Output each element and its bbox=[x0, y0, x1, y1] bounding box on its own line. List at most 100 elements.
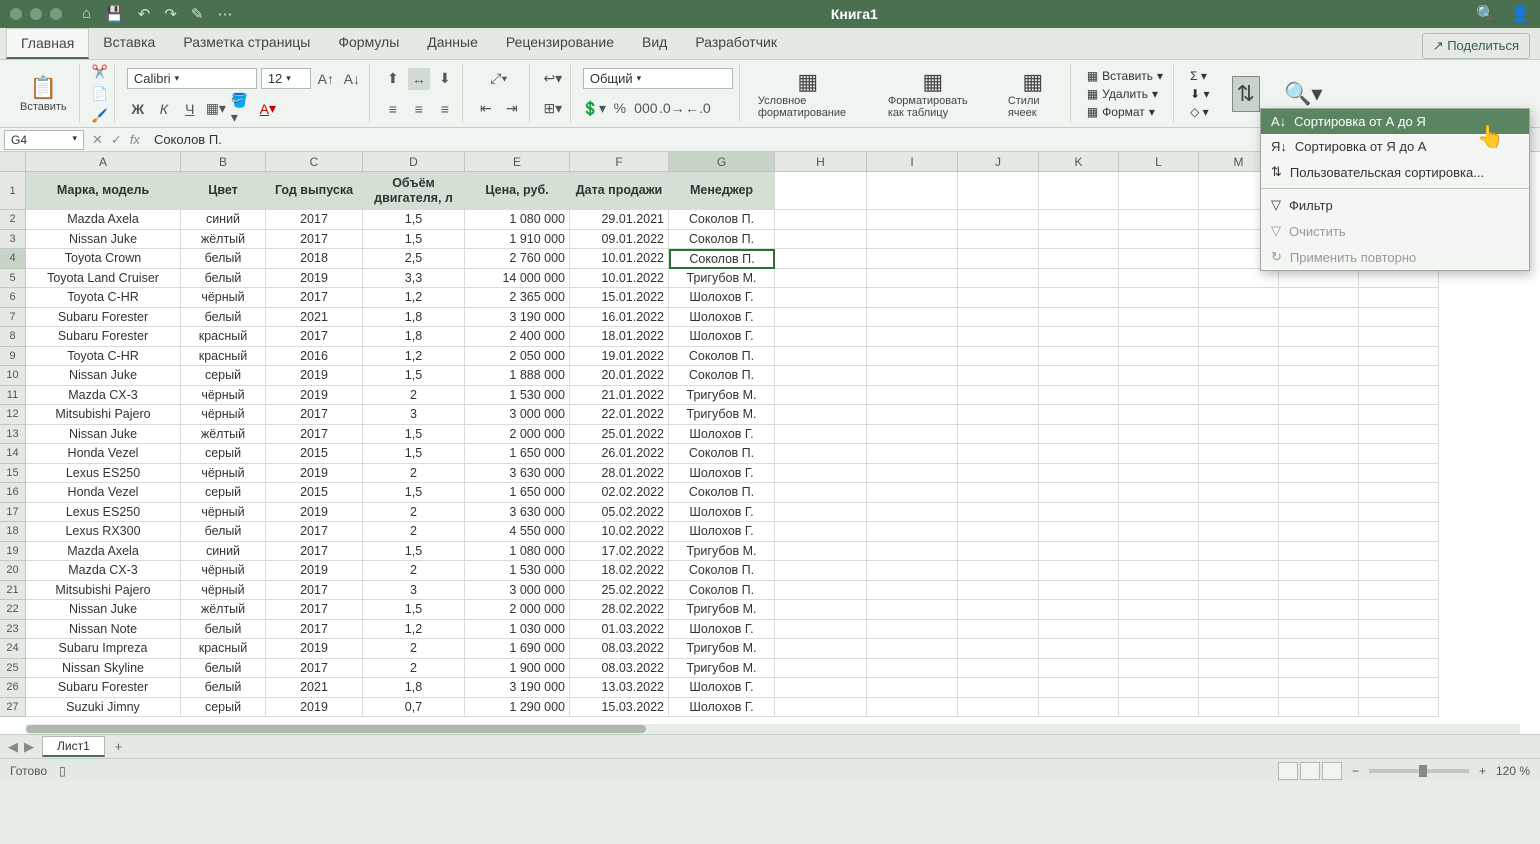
data-cell[interactable]: Toyota Crown bbox=[26, 249, 181, 269]
data-cell[interactable] bbox=[775, 483, 867, 503]
data-cell[interactable]: 10.01.2022 bbox=[570, 249, 669, 269]
data-cell[interactable] bbox=[775, 366, 867, 386]
data-cell[interactable] bbox=[1039, 600, 1119, 620]
data-cell[interactable] bbox=[958, 249, 1039, 269]
fill-color-button[interactable]: 🪣▾ bbox=[231, 98, 253, 120]
data-cell[interactable] bbox=[867, 698, 958, 718]
data-cell[interactable]: 1 900 000 bbox=[465, 659, 570, 679]
data-cell[interactable] bbox=[775, 561, 867, 581]
data-cell[interactable]: 14 000 000 bbox=[465, 269, 570, 289]
data-cell[interactable]: 2021 bbox=[266, 308, 363, 328]
data-cell[interactable] bbox=[775, 659, 867, 679]
sort-filter-button[interactable]: ⇅ bbox=[1232, 76, 1260, 112]
data-cell[interactable] bbox=[1119, 249, 1199, 269]
data-cell[interactable] bbox=[1199, 620, 1279, 640]
data-cell[interactable]: 28.01.2022 bbox=[570, 464, 669, 484]
shrink-font-icon[interactable]: A↓ bbox=[341, 68, 363, 90]
data-cell[interactable] bbox=[1199, 288, 1279, 308]
col-header[interactable]: B bbox=[181, 152, 266, 172]
data-cell[interactable] bbox=[958, 600, 1039, 620]
data-cell[interactable] bbox=[958, 405, 1039, 425]
data-cell[interactable] bbox=[867, 425, 958, 445]
data-cell[interactable] bbox=[1119, 386, 1199, 406]
data-cell[interactable] bbox=[775, 425, 867, 445]
data-cell[interactable]: чёрный bbox=[181, 503, 266, 523]
data-cell[interactable] bbox=[867, 639, 958, 659]
ribbon-tab-7[interactable]: Разработчик bbox=[681, 28, 791, 59]
ribbon-tab-0[interactable]: Главная bbox=[6, 28, 89, 59]
select-all-corner[interactable] bbox=[0, 152, 26, 172]
add-sheet-button[interactable]: + bbox=[105, 739, 133, 754]
macro-icon[interactable]: ▯ bbox=[59, 764, 66, 778]
fill-button[interactable]: ⬇ ▾ bbox=[1186, 86, 1213, 102]
data-cell[interactable]: Шолохов Г. bbox=[669, 464, 775, 484]
data-cell[interactable] bbox=[958, 639, 1039, 659]
filter-item[interactable]: ▽Фильтр bbox=[1261, 192, 1529, 218]
data-cell[interactable]: 2019 bbox=[266, 561, 363, 581]
row-header[interactable]: 25 bbox=[0, 659, 26, 679]
row-header[interactable]: 8 bbox=[0, 327, 26, 347]
data-cell[interactable]: Subaru Forester bbox=[26, 678, 181, 698]
data-cell[interactable]: 2019 bbox=[266, 269, 363, 289]
data-cell[interactable]: 2 bbox=[363, 464, 465, 484]
data-cell[interactable]: Соколов П. bbox=[669, 230, 775, 250]
data-cell[interactable] bbox=[1359, 659, 1439, 679]
data-cell[interactable] bbox=[1199, 678, 1279, 698]
more-icon[interactable]: ⋯ bbox=[217, 5, 232, 23]
data-cell[interactable]: жёлтый bbox=[181, 230, 266, 250]
header-cell[interactable] bbox=[775, 172, 867, 210]
paste-button[interactable]: 📋Вставить bbox=[14, 73, 73, 115]
data-cell[interactable] bbox=[1279, 269, 1359, 289]
window-controls[interactable] bbox=[10, 8, 62, 20]
data-cell[interactable] bbox=[1039, 542, 1119, 562]
zoom-in-icon[interactable]: + bbox=[1479, 764, 1486, 778]
data-cell[interactable] bbox=[1359, 698, 1439, 718]
insert-cells-button[interactable]: ▦ Вставить ▾ bbox=[1083, 68, 1167, 84]
data-cell[interactable] bbox=[867, 327, 958, 347]
data-cell[interactable]: 2 bbox=[363, 561, 465, 581]
data-cell[interactable]: 2015 bbox=[266, 483, 363, 503]
data-cell[interactable] bbox=[1359, 464, 1439, 484]
data-cell[interactable]: белый bbox=[181, 522, 266, 542]
data-cell[interactable]: 19.01.2022 bbox=[570, 347, 669, 367]
data-cell[interactable] bbox=[1119, 639, 1199, 659]
data-cell[interactable] bbox=[775, 522, 867, 542]
data-cell[interactable] bbox=[775, 405, 867, 425]
align-center-icon[interactable]: ≡ bbox=[408, 98, 430, 120]
data-cell[interactable] bbox=[1199, 464, 1279, 484]
data-cell[interactable] bbox=[1119, 483, 1199, 503]
data-cell[interactable] bbox=[958, 386, 1039, 406]
data-cell[interactable]: 25.01.2022 bbox=[570, 425, 669, 445]
data-cell[interactable]: белый bbox=[181, 269, 266, 289]
data-cell[interactable]: 2017 bbox=[266, 405, 363, 425]
data-cell[interactable] bbox=[1199, 327, 1279, 347]
row-header[interactable]: 7 bbox=[0, 308, 26, 328]
data-cell[interactable] bbox=[958, 327, 1039, 347]
data-cell[interactable]: Шолохов Г. bbox=[669, 308, 775, 328]
data-cell[interactable]: серый bbox=[181, 444, 266, 464]
data-cell[interactable]: 1 690 000 bbox=[465, 639, 570, 659]
data-cell[interactable] bbox=[867, 503, 958, 523]
data-cell[interactable]: белый bbox=[181, 308, 266, 328]
data-cell[interactable] bbox=[775, 249, 867, 269]
row-header[interactable]: 3 bbox=[0, 230, 26, 250]
data-cell[interactable] bbox=[1039, 425, 1119, 445]
data-cell[interactable]: 2019 bbox=[266, 366, 363, 386]
data-cell[interactable]: серый bbox=[181, 698, 266, 718]
data-cell[interactable] bbox=[1119, 269, 1199, 289]
data-cell[interactable] bbox=[1039, 327, 1119, 347]
align-bottom-icon[interactable]: ⬇ bbox=[434, 68, 456, 90]
format-painter-icon[interactable]: 🖌️ bbox=[92, 108, 108, 124]
data-cell[interactable]: 2017 bbox=[266, 600, 363, 620]
data-cell[interactable] bbox=[958, 444, 1039, 464]
data-cell[interactable] bbox=[1039, 620, 1119, 640]
data-cell[interactable] bbox=[1359, 269, 1439, 289]
data-cell[interactable] bbox=[775, 503, 867, 523]
data-cell[interactable] bbox=[958, 659, 1039, 679]
sort-az-item[interactable]: А↓Сортировка от А до Я bbox=[1261, 109, 1529, 134]
data-cell[interactable] bbox=[1039, 210, 1119, 230]
redo-icon[interactable]: ↷ bbox=[164, 5, 177, 23]
data-cell[interactable]: 1,5 bbox=[363, 444, 465, 464]
data-cell[interactable] bbox=[1279, 464, 1359, 484]
align-middle-icon[interactable]: ↔ bbox=[408, 68, 430, 90]
